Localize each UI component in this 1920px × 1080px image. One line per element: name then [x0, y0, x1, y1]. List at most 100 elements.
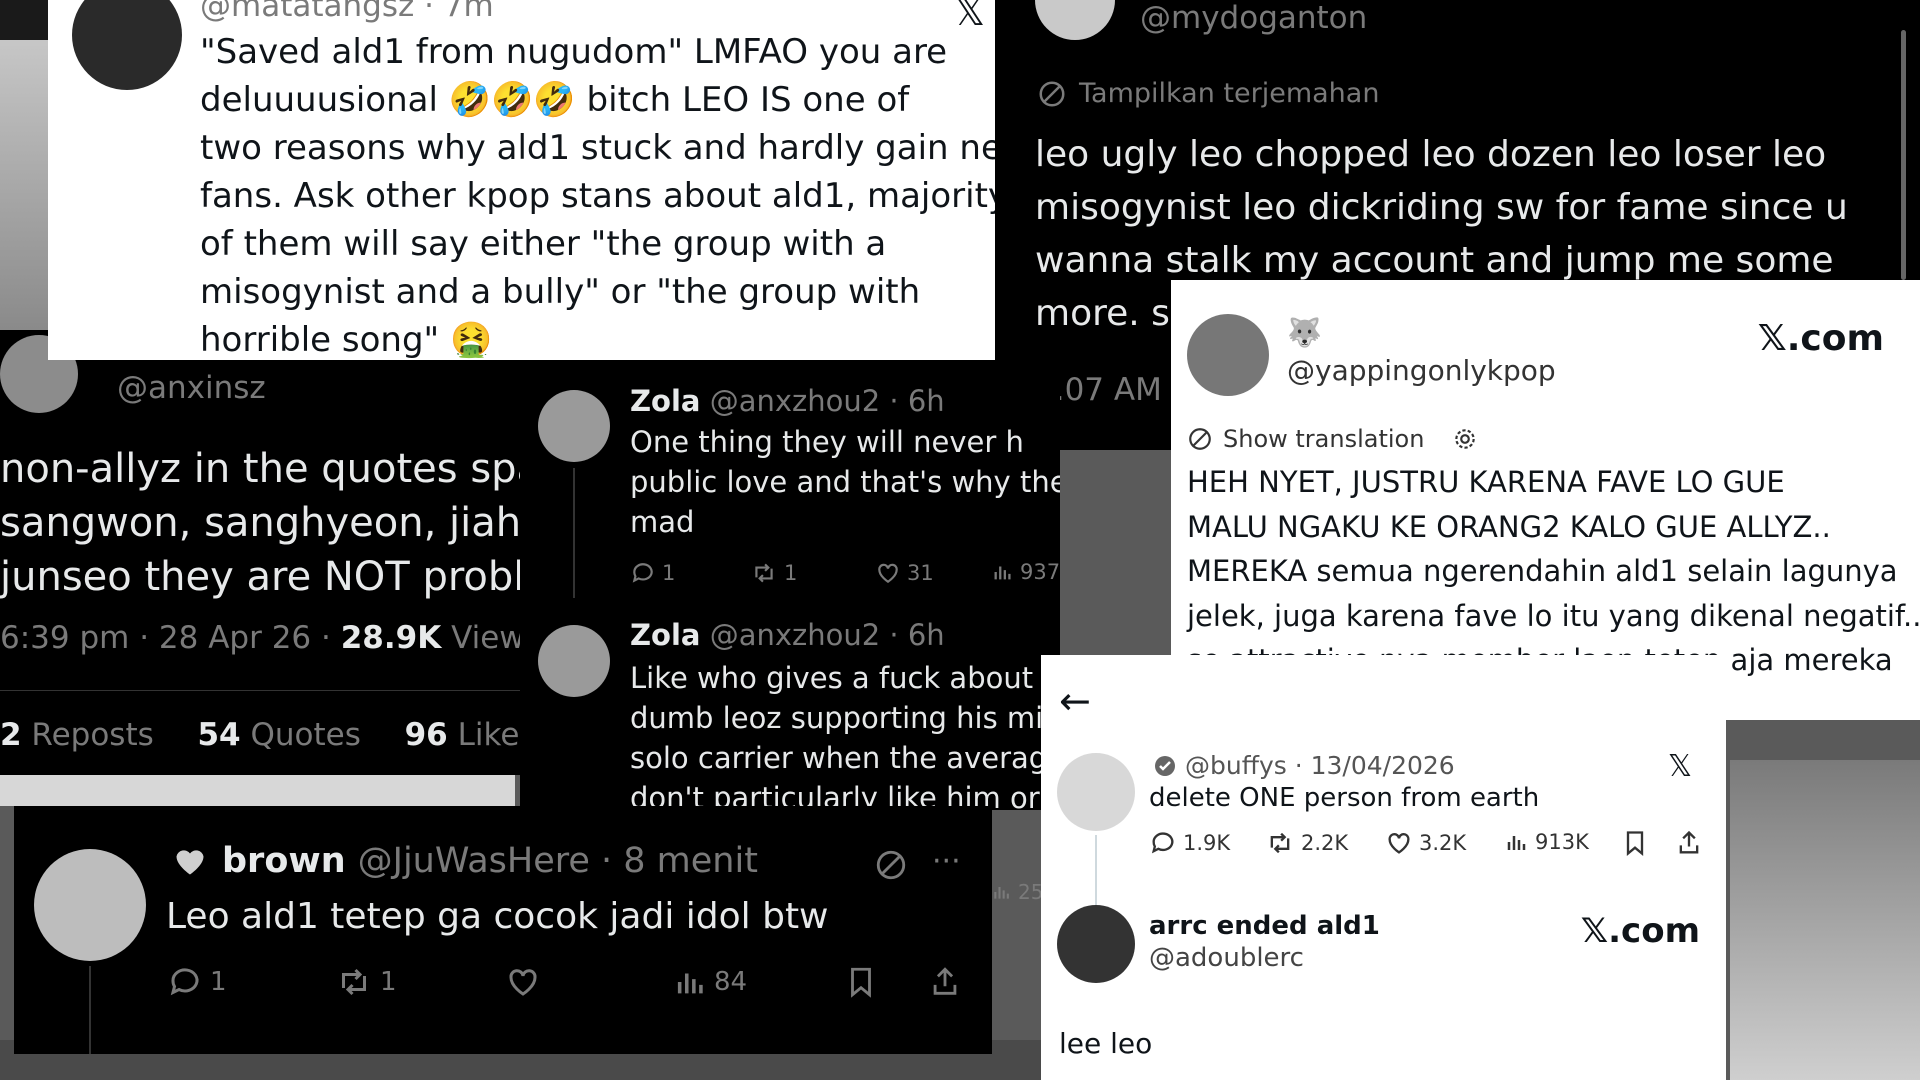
- tweet-body-line: of them will say either "the group with …: [200, 224, 887, 264]
- gear-icon[interactable]: [1452, 426, 1478, 452]
- background-light-strip: [0, 770, 515, 806]
- tweet-timestamp[interactable]: 6:39 pm · 28 Apr 26 ·: [0, 620, 341, 656]
- views-button[interactable]: 913K: [1505, 829, 1589, 855]
- avatar[interactable]: [1057, 753, 1135, 831]
- user-handle[interactable]: @buffys · 13/04/2026: [1185, 751, 1455, 780]
- tweet-body: Like who gives a fuck about al dumb leoz…: [630, 658, 1060, 810]
- views-count: 84: [714, 967, 748, 997]
- translate-link[interactable]: Tampilkan terjemahan: [1037, 78, 1379, 109]
- user-handle[interactable]: @adoublerc: [1149, 943, 1304, 973]
- user-name[interactable]: Zola: [630, 618, 700, 652]
- user-name[interactable]: arrc ended ald1: [1149, 911, 1380, 941]
- thread-line: [1095, 835, 1097, 915]
- tweet-body-line: leo ugly leo chopped leo dozen leo loser…: [1035, 134, 1827, 175]
- user-handle[interactable]: @matatangsz · 7m: [200, 0, 494, 24]
- translate-label: Show translation: [1223, 425, 1425, 453]
- tweet-body-line: jelek, juga karena fave lo itu yang dike…: [1187, 598, 1920, 633]
- like-button[interactable]: [504, 964, 542, 1000]
- x-com-brand: 𝕏.com: [1580, 911, 1700, 951]
- repost-icon: [334, 964, 374, 1000]
- quotes-link[interactable]: 54 Quotes: [197, 717, 360, 753]
- repost-button[interactable]: 2.2K: [1265, 829, 1348, 857]
- user-handle[interactable]: @yappingonlykpop: [1287, 354, 1556, 387]
- views-button[interactable]: 84: [674, 964, 747, 1000]
- bookmark-icon: [1621, 829, 1649, 857]
- user-name[interactable]: brown: [222, 841, 346, 881]
- reply-icon: [166, 964, 204, 1000]
- tweet-header: @buffys · 13/04/2026: [1153, 751, 1455, 780]
- reposts-link[interactable]: 2 Reposts: [0, 717, 154, 753]
- like-button[interactable]: 3.2K: [1385, 829, 1466, 857]
- repost-count: 1: [784, 561, 798, 585]
- more-options-button[interactable]: ···: [932, 844, 961, 879]
- back-button[interactable]: ←: [1059, 679, 1091, 723]
- user-handle[interactable]: @anxinsz: [117, 370, 266, 406]
- tweet-body-line: sangwon, sanghyeon, jiaha: [0, 500, 520, 546]
- repost-icon: [1265, 829, 1295, 857]
- user-handle[interactable]: @anxzhou2 · 6h: [710, 618, 945, 652]
- x-logo-icon: 𝕏: [1667, 749, 1692, 784]
- emoji-badge: 🐺: [1287, 316, 1322, 349]
- user-handle[interactable]: @anxzhou2 · 6h: [710, 384, 945, 418]
- divider: [0, 690, 520, 691]
- reply-button[interactable]: 1: [166, 964, 227, 1000]
- tweet-header: Zola @anxzhou2 · 6h: [630, 618, 945, 652]
- views-button[interactable]: 937: [992, 560, 1060, 584]
- tweet-body-line: MEREKA semua ngerendahin ald1 selain lag…: [1187, 554, 1898, 588]
- translate-icon: [1187, 426, 1213, 452]
- tweet-card-brown: brown @JjuWasHere · 8 menit ··· Leo ald1…: [14, 806, 992, 1054]
- avatar[interactable]: [34, 849, 146, 961]
- bookmark-button[interactable]: [844, 964, 878, 1000]
- tweet-body: lee leo: [1059, 1027, 1153, 1060]
- views-label: Views: [451, 620, 520, 656]
- reply-count: 1: [662, 561, 676, 585]
- views-icon: [992, 560, 1014, 584]
- user-handle[interactable]: @mydoganton: [1140, 0, 1367, 36]
- reply-icon: [630, 560, 656, 586]
- repost-button[interactable]: 1: [334, 964, 397, 1000]
- reply-icon: [1149, 829, 1177, 857]
- repost-icon: [750, 560, 778, 586]
- user-handle[interactable]: @JjuWasHere · 8 menit: [358, 841, 758, 881]
- like-button[interactable]: 31: [875, 560, 934, 586]
- reposts-count: 2: [0, 717, 22, 753]
- repost-button[interactable]: 1: [750, 560, 797, 586]
- likes-link[interactable]: 96 Likes: [405, 717, 520, 753]
- reply-button[interactable]: 1.9K: [1149, 829, 1230, 857]
- tweet-body-line: non-allyz in the quotes spa: [0, 446, 520, 492]
- user-name[interactable]: Zola: [630, 384, 700, 418]
- share-icon: [928, 964, 962, 1000]
- avatar[interactable]: [1187, 314, 1269, 396]
- reply-count: 1: [210, 967, 227, 997]
- tweet-card-yappingonlykpop: 🐺 @yappingonlykpop 𝕏.com Show translatio…: [1171, 280, 1920, 720]
- thread-line: [89, 966, 91, 1054]
- reply-button[interactable]: 1: [630, 560, 675, 586]
- heart-icon: [1385, 829, 1413, 857]
- tweet-body: One thing they will never h public love …: [630, 422, 1060, 542]
- avatar[interactable]: [1035, 0, 1115, 40]
- translate-icon[interactable]: [874, 848, 908, 886]
- tweet-meta: 6:39 pm · 28 Apr 26 · 28.9K Views: [0, 620, 520, 656]
- thread-card-zola: Zola @anxzhou2 · 6h One thing they will …: [520, 360, 1060, 810]
- heart-outline-icon: [504, 964, 542, 1000]
- bookmark-button[interactable]: [1621, 829, 1649, 857]
- share-button[interactable]: [928, 964, 962, 1000]
- translate-icon: [1037, 79, 1067, 109]
- tweet-body-line: One thing they will never h: [630, 425, 1024, 459]
- scrollbar[interactable]: [1901, 30, 1906, 280]
- translate-link[interactable]: Show translation: [1187, 425, 1478, 453]
- quotes-label: Quotes: [240, 717, 361, 753]
- tweet-body: "Saved ald1 from nugudom" LMFAO you are …: [200, 28, 995, 360]
- tweet-body-line: solo carrier when the average: [630, 741, 1060, 775]
- views-count: 937: [1020, 560, 1060, 584]
- repost-count: 1: [380, 967, 397, 997]
- share-button[interactable]: [1675, 829, 1703, 857]
- heart-icon: [170, 843, 210, 879]
- avatar[interactable]: [538, 625, 610, 697]
- tweet-body-line: mad: [630, 505, 695, 539]
- avatar[interactable]: [538, 390, 610, 462]
- avatar[interactable]: [1057, 905, 1135, 983]
- tweet-body-line: Like who gives a fuck about al: [630, 661, 1060, 695]
- avatar[interactable]: [72, 0, 182, 90]
- tweet-header: Zola @anxzhou2 · 6h: [630, 384, 945, 418]
